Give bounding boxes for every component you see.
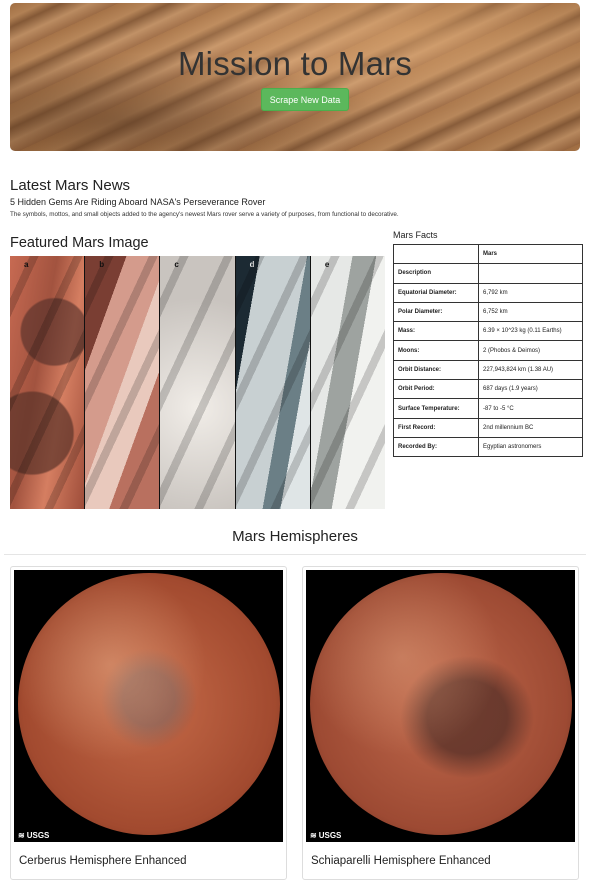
- fact-value: 687 days (1.9 years): [478, 379, 583, 400]
- usgs-logo: USGS: [310, 831, 342, 840]
- featured-image-panel: d: [235, 256, 311, 509]
- hemisphere-title: Schiaparelli Hemisphere Enhanced: [311, 855, 491, 867]
- table-header-empty: [393, 243, 479, 265]
- table-row: Recorded By: Egyptian astronomers: [393, 436, 583, 458]
- cerberus-hemisphere-globe: [18, 573, 280, 835]
- page-title: Mission to Mars: [177, 45, 413, 82]
- panel-label: b: [99, 260, 105, 269]
- divider: [4, 554, 586, 555]
- jumbotron: Mission to Mars Scrape New Data: [10, 3, 580, 151]
- featured-image: a b c d e: [10, 256, 385, 509]
- news-paragraph: The symbols, mottos, and small objects a…: [10, 211, 399, 218]
- table-row: Surface Temperature: -87 to -5 °C: [393, 398, 583, 419]
- fact-label: Surface Temperature:: [393, 398, 479, 419]
- fact-label: Description: [393, 263, 479, 284]
- news-title: 5 Hidden Gems Are Riding Aboard NASA's P…: [10, 197, 266, 207]
- fact-label: Recorded By:: [393, 436, 479, 458]
- table-row: First Record: 2nd millennium BC: [393, 417, 583, 438]
- table-row: Orbit Period: 687 days (1.9 years): [393, 379, 583, 400]
- hemisphere-title: Cerberus Hemisphere Enhanced: [19, 855, 187, 867]
- featured-image-panel: b: [85, 256, 161, 509]
- table-row: Mass: 6.39 × 10^23 kg (0.11 Earths): [393, 321, 583, 342]
- scrape-new-data-button[interactable]: Scrape New Data: [261, 88, 349, 111]
- fact-label: First Record:: [393, 417, 479, 438]
- fact-value: 6,752 km: [478, 301, 583, 323]
- hemisphere-image[interactable]: USGS: [14, 570, 283, 842]
- fact-label: Orbit Period:: [393, 379, 479, 400]
- hemisphere-card-schiaparelli[interactable]: USGS Schiaparelli Hemisphere Enhanced: [302, 566, 579, 880]
- fact-value: 2nd millennium BC: [478, 417, 583, 438]
- panel-label: d: [249, 260, 255, 269]
- fact-label: Mass:: [393, 321, 479, 342]
- fact-value: 6.39 × 10^23 kg (0.11 Earths): [478, 321, 583, 342]
- fact-value: 6,792 km: [478, 282, 583, 303]
- table-row: Description: [393, 263, 583, 284]
- featured-image-heading: Featured Mars Image: [10, 235, 149, 251]
- table-row: Polar Diameter: 6,752 km: [393, 301, 583, 323]
- usgs-logo: USGS: [18, 831, 50, 840]
- fact-value: Egyptian astronomers: [478, 436, 583, 458]
- schiaparelli-hemisphere-globe: [310, 573, 572, 835]
- table-row: Moons: 2 (Phobos & Deimos): [393, 340, 583, 361]
- fact-label: Equatorial Diameter:: [393, 282, 479, 303]
- table-row: Equatorial Diameter: 6,792 km: [393, 282, 583, 303]
- fact-label: Polar Diameter:: [393, 301, 479, 323]
- hemispheres-heading: Mars Hemispheres: [232, 528, 358, 545]
- hemisphere-image[interactable]: USGS: [306, 570, 575, 842]
- fact-value: [478, 263, 583, 284]
- fact-value: 2 (Phobos & Deimos): [478, 340, 583, 361]
- featured-image-panel: a: [10, 256, 86, 509]
- panel-label: a: [24, 260, 29, 269]
- table-header-mars: Mars: [478, 243, 583, 265]
- fact-value: -87 to -5 °C: [478, 398, 583, 419]
- news-heading: Latest Mars News: [10, 177, 131, 194]
- featured-image-panel: e: [310, 256, 385, 509]
- fact-label: Orbit Distance:: [393, 359, 479, 381]
- table-header-row: Mars: [393, 243, 583, 265]
- panel-label: e: [324, 260, 330, 269]
- fact-value: 227,943,824 km (1.38 AU): [478, 359, 583, 381]
- featured-image-panel: c: [160, 256, 236, 509]
- facts-heading: Mars Facts: [393, 230, 438, 240]
- mars-facts-table: Mars Description Equatorial Diameter: 6,7…: [393, 243, 583, 458]
- fact-label: Moons:: [393, 340, 479, 361]
- panel-label: c: [174, 260, 179, 269]
- hemisphere-card-cerberus[interactable]: USGS Cerberus Hemisphere Enhanced: [10, 566, 287, 880]
- table-row: Orbit Distance: 227,943,824 km (1.38 AU): [393, 359, 583, 381]
